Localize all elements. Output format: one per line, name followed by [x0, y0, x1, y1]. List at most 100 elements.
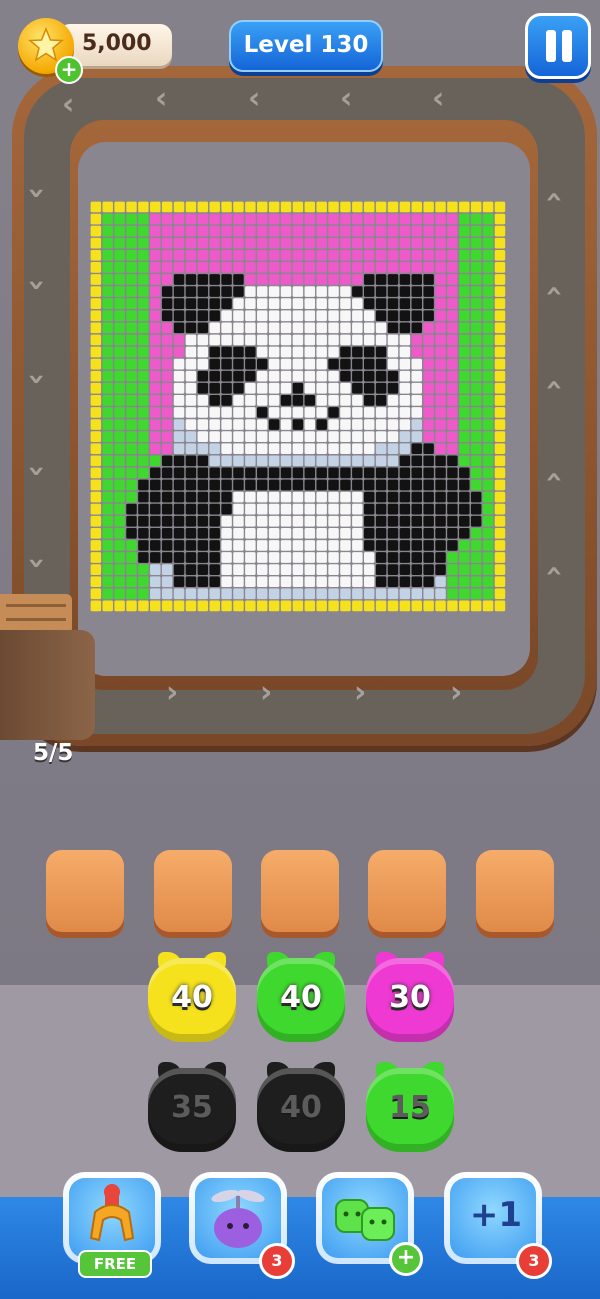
holding-slot[interactable] — [476, 850, 554, 932]
pixel-block — [292, 479, 304, 491]
pixel-block — [316, 322, 327, 334]
buy-jelly-button[interactable]: + — [389, 1242, 423, 1276]
pixel-block — [482, 479, 494, 491]
pixel-block — [494, 419, 506, 430]
pixel-block — [340, 479, 351, 491]
pixel-block — [185, 407, 197, 418]
pixel-block — [126, 346, 137, 358]
pixel-block — [482, 310, 494, 322]
pixel-block — [102, 443, 113, 455]
jelly-piece[interactable]: 30 — [362, 950, 458, 1046]
pixel-block — [328, 286, 339, 297]
pixel-block — [292, 334, 304, 346]
pixel-block — [399, 491, 411, 503]
pixel-block — [316, 249, 327, 261]
pixel-block — [185, 237, 197, 249]
pixel-block — [173, 346, 185, 358]
pixel-block — [352, 334, 363, 346]
pixel-block — [304, 419, 316, 430]
pixel-block — [126, 407, 137, 418]
jelly-piece[interactable]: 15 — [362, 1060, 458, 1156]
pixel-block — [173, 576, 185, 588]
pixel-block — [114, 407, 125, 418]
pixel-block — [90, 600, 102, 612]
pause-button[interactable] — [525, 13, 591, 79]
pixel-block — [257, 455, 268, 467]
pixel-block — [114, 431, 125, 442]
pixel-block — [161, 395, 173, 406]
coin-balance: 5,000 — [82, 31, 152, 56]
holding-slot[interactable] — [261, 850, 339, 932]
belt-chevron-down-icon: ‹ — [18, 464, 54, 478]
pixel-block — [482, 334, 494, 346]
pixel-block — [150, 540, 161, 551]
pixel-block — [221, 443, 232, 455]
pixel-block — [257, 467, 268, 479]
pixel-block — [459, 322, 470, 334]
jelly-piece[interactable]: 40 — [144, 950, 240, 1046]
pixel-block — [280, 237, 292, 249]
pixel-block — [280, 588, 292, 600]
pixel-block — [447, 479, 458, 491]
pixel-block — [233, 515, 244, 527]
pixel-block — [197, 419, 209, 430]
pixel-block — [197, 370, 209, 382]
pixel-block — [102, 225, 113, 237]
pixel-block — [150, 527, 161, 539]
pixel-block — [161, 527, 173, 539]
pixel-block — [411, 443, 422, 455]
pixel-block — [482, 503, 494, 515]
pixel-block — [173, 600, 185, 612]
pixel-block — [470, 274, 482, 285]
pixel-block — [304, 201, 316, 213]
holding-slot[interactable] — [154, 850, 232, 932]
add-coins-button[interactable]: + — [55, 56, 83, 84]
pixel-block — [90, 322, 102, 334]
pixel-block — [197, 310, 209, 322]
pixel-block — [268, 225, 280, 237]
holding-slot[interactable] — [368, 850, 446, 932]
pixel-block — [304, 576, 316, 588]
pixel-block — [161, 564, 173, 575]
pixel-block — [470, 262, 482, 273]
pixel-block — [268, 491, 280, 503]
pixel-block — [363, 225, 375, 237]
jelly-piece[interactable]: 35 — [144, 1060, 240, 1156]
pixel-block — [363, 334, 375, 346]
pixel-block — [375, 527, 387, 539]
pixel-block — [459, 298, 470, 309]
pixel-block — [209, 455, 220, 467]
pixel-block — [138, 600, 149, 612]
pixel-block — [470, 201, 482, 213]
pixel-block — [363, 576, 375, 588]
pixel-block — [375, 395, 387, 406]
pixel-block — [245, 310, 256, 322]
pixel-block — [197, 600, 209, 612]
jelly-piece[interactable]: 40 — [253, 1060, 349, 1156]
pixel-block — [173, 564, 185, 575]
pixel-block — [316, 382, 327, 394]
pixel-block — [257, 600, 268, 612]
pixel-block — [340, 443, 351, 455]
pixel-block — [494, 407, 506, 418]
pixel-block — [447, 358, 458, 370]
pixel-block — [245, 213, 256, 225]
pixel-block — [411, 455, 422, 467]
pixel-block — [316, 237, 327, 249]
pixel-block — [435, 262, 446, 273]
belt-chevron-down-icon: ‹ — [18, 556, 54, 570]
belt-chevron-up-icon: ‹ — [537, 378, 573, 392]
pixel-block — [340, 455, 351, 467]
holding-slot[interactable] — [46, 850, 124, 932]
pixel-block — [173, 431, 185, 442]
pixel-block — [268, 479, 280, 491]
pixel-block — [197, 395, 209, 406]
pixel-block — [447, 467, 458, 479]
pixel-block — [126, 237, 137, 249]
pixel-block — [435, 310, 446, 322]
pixel-block — [447, 455, 458, 467]
pixel-block — [280, 334, 292, 346]
pixel-block — [411, 322, 422, 334]
pixel-block — [399, 407, 411, 418]
jelly-piece[interactable]: 40 — [253, 950, 349, 1046]
